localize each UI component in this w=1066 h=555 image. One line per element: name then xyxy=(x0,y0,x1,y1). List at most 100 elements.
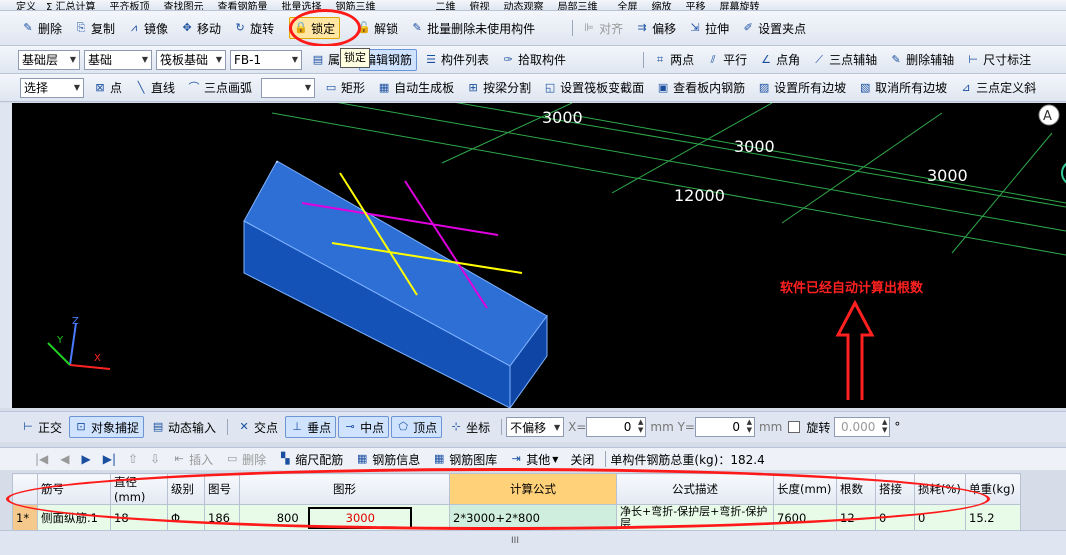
menu-local-3d[interactable]: 局部三维 xyxy=(558,0,598,11)
auto-generate-slab-label: 自动生成板 xyxy=(394,81,455,95)
select-tool[interactable]: 选择 ▼ xyxy=(20,77,84,98)
line-label: 直线 xyxy=(151,81,176,95)
three-point-axis-label: 三点辅轴 xyxy=(829,53,878,67)
auto-generate-slab-button[interactable]: ▦ 自动生成板 xyxy=(372,77,459,99)
menu-orbit[interactable]: 动态观察 xyxy=(504,0,544,11)
rebar-info-button[interactable]: ▦ 钢筋信息 xyxy=(350,448,425,470)
close-button[interactable]: 关闭 xyxy=(565,448,599,470)
rotate-checkbox[interactable] xyxy=(788,421,801,433)
y-input[interactable]: 0 ▲ ▼ xyxy=(694,417,755,437)
menu-2d[interactable]: 二维 xyxy=(436,0,456,11)
mirror-button[interactable]: ⩘ 镜像 xyxy=(122,17,173,39)
menu-topview[interactable]: 俯视 xyxy=(470,0,490,11)
member-select[interactable]: FB-1 ▼ xyxy=(230,49,302,70)
toolbar-member: 基础层▼ 基础▼ 筏板基础▼ FB-1▼ ▤属性 编辑钢筋 ☰构件列表 ✑拾取构… xyxy=(0,46,1066,74)
three-point-slope-label: 三点定义斜 xyxy=(976,81,1037,95)
offset-button[interactable]: ⇉ 偏移 xyxy=(630,17,681,39)
arc-button[interactable]: ⌒ 三点画弧 xyxy=(182,77,257,99)
menu-zoom[interactable]: 缩放 xyxy=(652,0,672,11)
two-point-icon: ⌗ xyxy=(656,52,664,66)
separator xyxy=(227,419,229,435)
other-menu-button[interactable]: ⇥ 其他 ▼ xyxy=(504,448,563,470)
line-button[interactable]: ╲ 直线 xyxy=(129,77,180,99)
midpoint-snap[interactable]: ⊸ 中点 xyxy=(338,416,390,438)
menu-find[interactable]: 查找图元 xyxy=(164,0,204,11)
cancel-all-slopes-button[interactable]: ▧ 取消所有边坡 xyxy=(853,77,952,99)
offset-label: 偏移 xyxy=(652,21,677,36)
dimension-button[interactable]: ⊢ 尺寸标注 xyxy=(961,49,1036,71)
scroll-thumb[interactable]: III xyxy=(505,537,525,546)
dim-label-right: 3000 xyxy=(927,166,968,185)
rebar-library-button[interactable]: ▦ 钢筋图库 xyxy=(427,448,502,470)
stretch-button[interactable]: ⇲ 拉伸 xyxy=(683,17,734,39)
object-snap-toggle[interactable]: ⊡ 对象捕捉 xyxy=(69,416,145,438)
prev-record-button[interactable]: ◀ xyxy=(55,448,74,470)
rotate-button[interactable]: ↻ 旋转 xyxy=(228,17,279,39)
rotate-input[interactable]: 0.000 ▲ ▼ xyxy=(834,417,891,437)
arc-type-select[interactable]: ▼ xyxy=(261,77,316,98)
set-grip-button[interactable]: ✐ 设置夹点 xyxy=(736,17,811,39)
menu-define[interactable]: 定义 xyxy=(16,0,36,11)
set-all-slopes-label: 设置所有边坡 xyxy=(774,81,847,95)
move-down-button[interactable]: ⇩ xyxy=(145,448,165,470)
insert-button[interactable]: ⇤ 插入 xyxy=(167,448,218,470)
next-record-button[interactable]: ▶ xyxy=(77,448,96,470)
grid-delete-button[interactable]: ▭ 删除 xyxy=(220,448,271,470)
menu-pan[interactable]: 平移 xyxy=(686,0,706,11)
ortho-toggle[interactable]: ⊢ 正交 xyxy=(16,416,67,438)
intersection-snap[interactable]: ✕ 交点 xyxy=(232,416,283,438)
menu-view-rebar[interactable]: 查看钢筋量 xyxy=(218,0,268,11)
pick-member-button[interactable]: ✑ 拾取构件 xyxy=(496,49,571,71)
menu-summary-calc[interactable]: Σ 汇总计算 xyxy=(46,0,96,11)
three-point-axis-button[interactable]: ⟋ 三点辅轴 xyxy=(807,49,882,71)
view-cube-icon[interactable] xyxy=(1061,161,1066,185)
menu-fullscreen[interactable]: 全屏 xyxy=(618,0,638,11)
vertex-snap[interactable]: ⬠ 顶点 xyxy=(391,416,443,438)
delete-button[interactable]: ✎ 删除 xyxy=(16,17,67,39)
menu-level-slab[interactable]: 平齐板顶 xyxy=(110,0,150,11)
two-point-button[interactable]: ⌗ 两点 xyxy=(648,49,699,71)
separator xyxy=(605,451,607,467)
rebar-info-label: 钢筋信息 xyxy=(372,452,421,467)
move-up-button[interactable]: ⇧ xyxy=(123,448,143,470)
copy-button[interactable]: ⎘ 复制 xyxy=(69,17,120,39)
scale-rebar-button[interactable]: ▚ 缩尺配筋 xyxy=(273,448,348,470)
lock-highlight-circle xyxy=(289,9,361,47)
point-angle-icon: ∠ xyxy=(761,52,772,66)
raft-slab[interactable] xyxy=(243,160,548,408)
rotate-icon: ↻ xyxy=(235,21,245,34)
three-point-slope-button[interactable]: ⊿ 三点定义斜 xyxy=(954,77,1041,99)
batch-delete-unused-button[interactable]: ✎ 批量删除未使用构件 xyxy=(405,17,540,39)
split-by-beam-button[interactable]: ⊞ 按梁分割 xyxy=(461,77,536,99)
set-all-slopes-button[interactable]: ▨ 设置所有边坡 xyxy=(752,77,851,99)
point-angle-button[interactable]: ∠ 点角 xyxy=(754,49,805,71)
horizontal-scrollbar[interactable]: III xyxy=(0,530,1066,555)
x-input[interactable]: 0 ▲ ▼ xyxy=(586,417,647,437)
menu-rotate-screen[interactable]: 屏幕旋转 xyxy=(720,0,760,11)
last-record-button[interactable]: ▶| xyxy=(98,448,121,470)
raft-section-button[interactable]: ◱ 设置筏板变截面 xyxy=(538,77,649,99)
align-button[interactable]: ⊫ 对齐 xyxy=(577,17,628,39)
type-select[interactable]: 筏板基础 ▼ xyxy=(156,49,226,70)
parallel-button[interactable]: ⫽ 平行 xyxy=(701,49,752,71)
member-list-button[interactable]: ☰ 构件列表 xyxy=(419,49,494,71)
floor-select[interactable]: 基础层 ▼ xyxy=(18,49,80,70)
drawing-viewport[interactable]: 3000 3000 3000 12000 Z Y X A 软件已经自动计算出根数 xyxy=(12,103,1066,408)
coordinate-snap[interactable]: ⊹ 坐标 xyxy=(444,416,495,438)
delete-axis-button[interactable]: ✎ 删除辅轴 xyxy=(884,49,959,71)
point-button[interactable]: ⊠ 点 xyxy=(88,77,127,99)
compass-icon[interactable]: A xyxy=(1038,104,1060,126)
perpendicular-snap[interactable]: ⊥ 垂点 xyxy=(285,416,337,438)
category-select[interactable]: 基础 ▼ xyxy=(84,49,152,70)
move-button[interactable]: ✥ 移动 xyxy=(175,17,226,39)
first-record-button[interactable]: |◀ xyxy=(30,448,53,470)
offset-mode-select[interactable]: 不偏移 ▼ xyxy=(506,417,565,437)
rectangle-button[interactable]: ▭ 矩形 xyxy=(319,77,370,99)
menu-rebar-3d[interactable]: 钢筋三维 xyxy=(336,0,376,11)
three-point-axis-icon: ⟋ xyxy=(815,52,823,66)
axis-y-label: Y xyxy=(56,335,64,346)
y-value: 0 xyxy=(732,420,740,434)
view-slab-rebar-button[interactable]: ▣ 查看板内钢筋 xyxy=(651,77,750,99)
cell-unit-weight[interactable]: 15.2 xyxy=(965,504,1021,532)
dynamic-input-toggle[interactable]: ▤ 动态输入 xyxy=(146,416,221,438)
